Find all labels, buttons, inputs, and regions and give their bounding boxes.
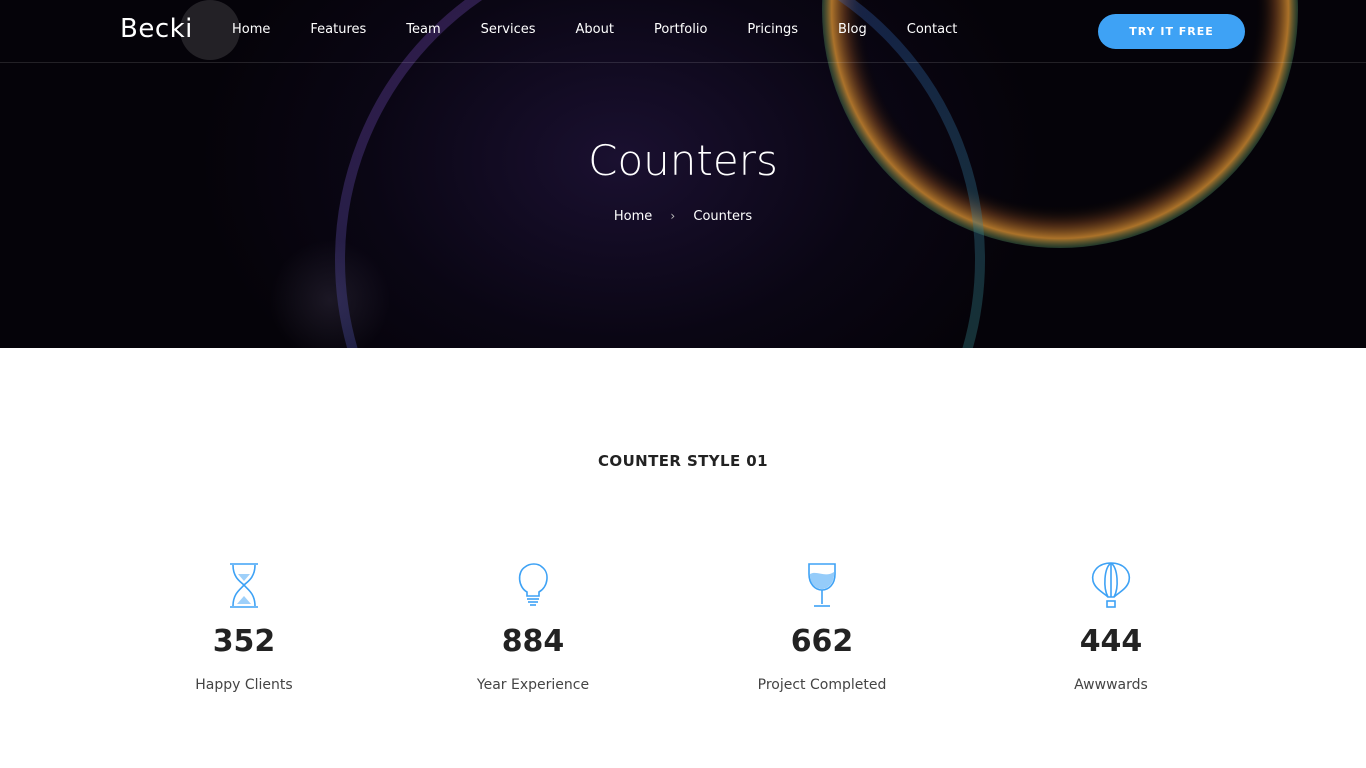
breadcrumb: Home › Counters — [0, 209, 1366, 224]
breadcrumb-current: Counters — [693, 209, 753, 224]
hero-banner: Becki Home Features Team Services About … — [0, 0, 1366, 348]
counter-awwwards: 444 Awwwards — [991, 560, 1231, 693]
hourglass-icon — [230, 563, 258, 608]
chevron-right-icon: › — [670, 209, 676, 223]
section-title: COUNTER STYLE 01 — [598, 452, 768, 470]
counter-value: 884 — [501, 624, 565, 659]
counter-value: 444 — [1079, 624, 1143, 659]
logo[interactable]: Becki — [120, 14, 193, 44]
counter-value: 662 — [790, 624, 854, 659]
nav-item-home[interactable]: Home — [232, 22, 270, 37]
nav-item-portfolio[interactable]: Portfolio — [654, 22, 707, 37]
lightbulb-icon — [518, 563, 548, 606]
counter-label: Project Completed — [757, 677, 887, 693]
counter-label: Happy Clients — [195, 677, 293, 693]
wine-glass-icon — [808, 563, 836, 607]
nav-item-about[interactable]: About — [576, 22, 614, 37]
nav-item-services[interactable]: Services — [481, 22, 536, 37]
page-title: Counters — [588, 136, 778, 185]
nav-item-contact[interactable]: Contact — [907, 22, 958, 37]
try-it-free-button[interactable]: TRY IT FREE — [1098, 14, 1245, 49]
breadcrumb-home-link[interactable]: Home — [614, 209, 652, 224]
nav-menu: Home Features Team Services About Portfo… — [232, 22, 997, 37]
nav-item-pricings[interactable]: Pricings — [747, 22, 798, 37]
nav-item-features[interactable]: Features — [310, 22, 366, 37]
counters-row: 352 Happy Clients 884 Year Experience 66… — [0, 560, 1366, 710]
counter-value: 352 — [212, 624, 276, 659]
counter-label: Year Experience — [476, 677, 590, 693]
nav-item-team[interactable]: Team — [406, 22, 440, 37]
counter-label: Awwwards — [1074, 677, 1148, 693]
hot-air-balloon-icon — [1091, 562, 1131, 608]
counter-year-experience: 884 Year Experience — [413, 560, 653, 693]
nav-item-blog[interactable]: Blog — [838, 22, 867, 37]
counter-happy-clients: 352 Happy Clients — [124, 560, 364, 693]
top-navbar: Becki Home Features Team Services About … — [0, 0, 1366, 63]
counter-project-completed: 662 Project Completed — [702, 560, 942, 693]
